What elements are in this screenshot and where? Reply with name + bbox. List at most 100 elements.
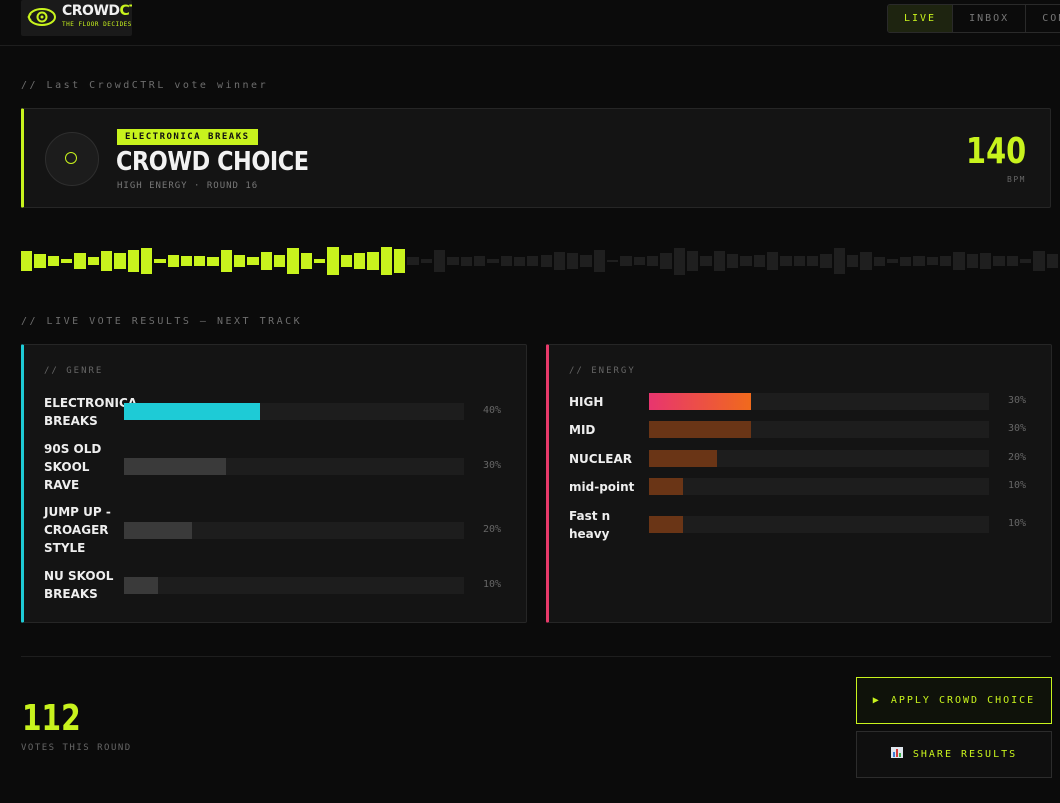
genre-option-label: JUMP UP - CROAGER STYLE: [44, 505, 111, 555]
waveform-bar: [886, 259, 899, 263]
vote-bar-track: [649, 478, 989, 495]
chart-icon: [890, 732, 903, 777]
waveform-bar: [567, 252, 579, 270]
waveform-bar: [580, 254, 592, 268]
energy-row: MID 30%: [569, 421, 1031, 439]
waveform-bar: [500, 255, 512, 267]
vote-bar-fill: [649, 421, 751, 438]
waveform-bar: [407, 257, 419, 265]
waveform-bar: [873, 256, 885, 266]
waveform-bar: [234, 254, 246, 268]
energy-panel: // ENERGY HIGH 30% MID 30% NUCLEAR 20% m…: [546, 344, 1052, 623]
waveform-bar: [793, 255, 805, 267]
waveform-bar: [487, 259, 499, 263]
genre-row: ELECTRONICA BREAKS 40%: [44, 394, 506, 430]
energy-option-label: mid-point: [569, 480, 635, 494]
waveform-bar: [673, 247, 686, 275]
energy-option-label: Fast n heavy: [569, 509, 611, 541]
last-winner-section-label: // Last CrowdCTRL vote winner: [21, 80, 269, 91]
vote-bar-fill: [124, 522, 192, 539]
waveform-bar: [740, 255, 752, 267]
waveform-bar: [433, 250, 446, 272]
energy-row: Fast n heavy 10%: [569, 507, 1031, 543]
brand-name-part-b: CTRL: [119, 3, 132, 19]
apply-crowd-choice-button[interactable]: ▶ APPLY CROWD CHOICE: [856, 677, 1052, 724]
waveform-bar: [700, 255, 712, 267]
waveform-bar: [274, 254, 286, 268]
tab-live[interactable]: LIVE: [888, 5, 954, 32]
genre-row: JUMP UP - CROAGER STYLE 20%: [44, 503, 506, 557]
waveform-bar: [154, 259, 166, 263]
genre-panel-label: // GENRE: [44, 366, 104, 376]
waveform-bar: [327, 246, 339, 276]
waveform-bar: [1033, 251, 1045, 271]
waveform-bar: [660, 252, 672, 270]
share-results-button[interactable]: SHARE RESULTS: [856, 731, 1052, 778]
waveform-bar: [860, 252, 872, 270]
waveform-bar: [846, 254, 859, 268]
waveform-bar: [380, 246, 392, 276]
brand-name-part-a: CROWD: [62, 3, 120, 19]
tab-conf[interactable]: CONF: [1026, 5, 1060, 32]
waveform-bar: [926, 257, 939, 265]
waveform-bar: [980, 252, 992, 270]
vote-percent: 30%: [1008, 423, 1027, 434]
waveform-bar: [354, 252, 366, 270]
waveform-bar: [260, 252, 273, 270]
waveform-bar: [127, 250, 139, 272]
waveform-bar: [420, 259, 432, 263]
waveform-bar: [633, 257, 646, 265]
energy-row: NUCLEAR 20%: [569, 450, 1031, 468]
waveform-bar: [953, 252, 965, 270]
genre-row: NU SKOOL BREAKS 10%: [44, 567, 506, 603]
vote-bar-track: [124, 577, 464, 594]
waveform-bar: [180, 255, 193, 267]
waveform-bar: [100, 251, 113, 271]
vote-bar-track: [124, 403, 464, 420]
waveform-bar: [34, 253, 46, 269]
waveform-bar: [247, 257, 259, 265]
waveform-bar: [913, 255, 925, 267]
waveform-bar: [60, 259, 73, 263]
genre-option-label: NU SKOOL BREAKS: [44, 569, 114, 601]
vote-bar-fill: [124, 577, 158, 594]
waveform-bar: [713, 251, 725, 271]
waveform-bar: [687, 251, 699, 271]
energy-option-label: MID: [569, 423, 596, 437]
votes-label: VOTES THIS ROUND: [21, 743, 132, 753]
waveform-bar: [167, 254, 179, 268]
winner-subtitle: HIGH ENERGY · ROUND 16: [117, 181, 259, 191]
waveform-bar: [87, 257, 99, 265]
waveform-bar: [207, 256, 219, 266]
eye-logo-icon: [27, 8, 56, 26]
tab-inbox[interactable]: INBOX: [953, 5, 1027, 32]
vote-bar-fill: [649, 393, 751, 410]
vote-percent: 10%: [1008, 518, 1027, 529]
vote-bar-track: [124, 522, 464, 539]
top-bar: CROWDCTRL THE FLOOR DECIDES LIVE INBOX C…: [0, 0, 1060, 46]
waveform-bar: [766, 252, 779, 270]
waveform-bar: [393, 249, 406, 273]
results-section-label: // LIVE VOTE RESULTS — NEXT TRACK: [21, 316, 303, 327]
waveform-bar: [993, 255, 1005, 267]
vote-percent: 40%: [483, 405, 502, 416]
waveform-bar: [553, 252, 566, 270]
vote-percent: 30%: [1008, 395, 1027, 406]
waveform-bar: [726, 253, 739, 269]
play-icon: ▶: [872, 695, 881, 706]
apply-button-label: APPLY CROWD CHOICE: [890, 695, 1036, 706]
waveform-bar: [540, 254, 552, 268]
vote-bar-track: [649, 421, 989, 438]
vote-bar-fill: [124, 458, 226, 475]
bpm-value: 140: [965, 131, 1026, 172]
waveform-bar: [900, 256, 912, 266]
energy-row: mid-point 10%: [569, 478, 1031, 496]
waveform-bar: [607, 260, 619, 262]
brand-tagline: THE FLOOR DECIDES: [62, 21, 132, 28]
vote-percent: 20%: [1008, 452, 1027, 463]
energy-option-label: HIGH: [569, 395, 604, 409]
logo[interactable]: CROWDCTRL THE FLOOR DECIDES: [21, 0, 132, 36]
waveform-bar: [21, 251, 33, 271]
waveform-bar: [1046, 253, 1058, 269]
waveform-bar: [287, 248, 299, 274]
